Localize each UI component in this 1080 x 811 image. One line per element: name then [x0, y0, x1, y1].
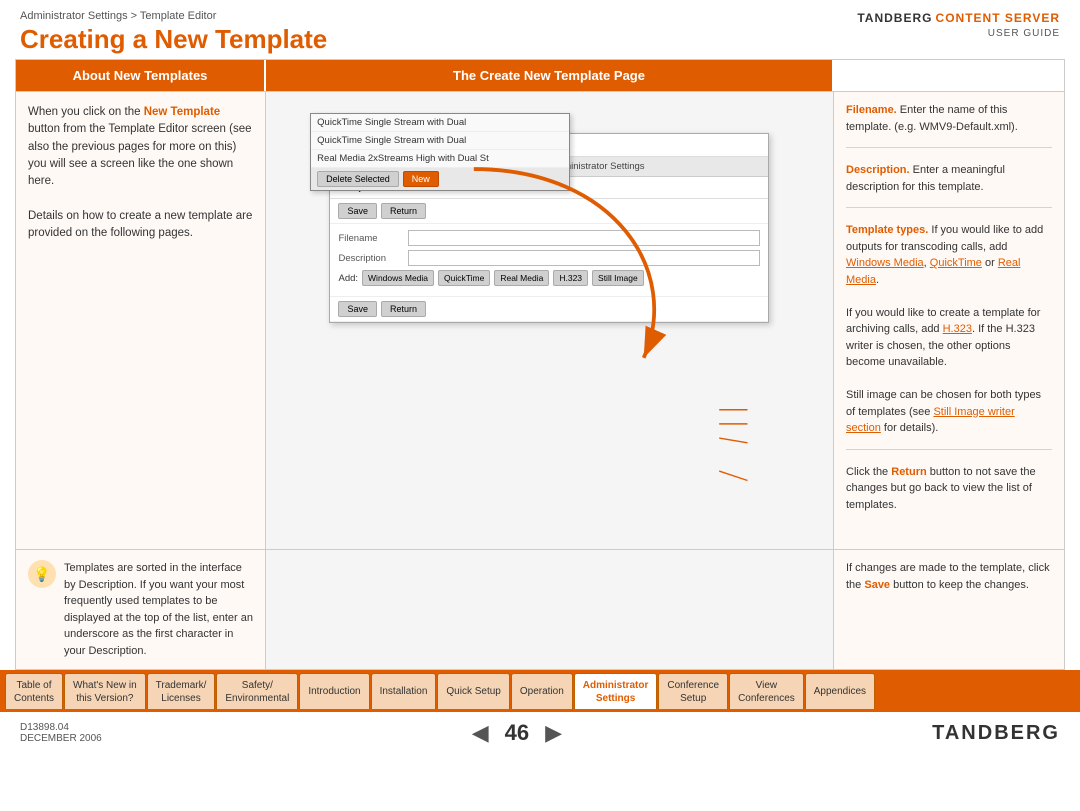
right-section-header [834, 60, 1064, 91]
template-types-label: Template types. [846, 224, 928, 236]
delete-selected-btn[interactable]: Delete Selected [317, 171, 399, 187]
center-section-header: The Create New Template Page [266, 60, 834, 91]
mock-return-btn[interactable]: Return [381, 203, 426, 219]
right-column: Filename. Enter the name of this templat… [834, 92, 1064, 549]
add-label: Add: [338, 273, 358, 284]
add-quicktime[interactable]: QuickTime [438, 270, 490, 286]
left-para1: When you click on the New Template butto… [28, 104, 253, 190]
footer-navigation: ◀ 46 ▶ [472, 720, 562, 746]
header: Administrator Settings > Template Editor… [0, 0, 1080, 59]
tab-installation[interactable]: Installation [371, 673, 437, 709]
add-still-image[interactable]: Still Image [592, 270, 644, 286]
add-h323[interactable]: H.323 [553, 270, 588, 286]
footer-brand: TANDBERG [932, 722, 1060, 745]
right-section-return: Click the Return button to not save the … [846, 464, 1052, 526]
new-btn[interactable]: New [403, 171, 439, 187]
content-body: When you click on the New Template butto… [16, 91, 1064, 549]
tip-center [266, 550, 834, 669]
tab-whats-new[interactable]: What's New inthis Version? [64, 673, 146, 709]
return-highlight: Return [891, 466, 926, 478]
left-section-header: About New Templates [16, 60, 266, 91]
h323-link[interactable]: H.323 [943, 323, 972, 335]
mock-return-bottom-btn[interactable]: Return [381, 301, 426, 317]
tab-safety[interactable]: Safety/Environmental [216, 673, 298, 709]
tab-admin-settings[interactable]: AdministratorSettings [574, 673, 658, 709]
brand-top: TANDBERG CONTENT SERVERUSER GUIDE [857, 10, 1060, 41]
right-section-description: Description. Enter a meaningful descript… [846, 162, 1052, 208]
mock-popup: QuickTime Single Stream with Dual QuickT… [310, 113, 570, 191]
page-number: 46 [505, 720, 529, 746]
still-image-link[interactable]: Still Image writer section [846, 406, 1015, 435]
tip-left: 💡 Templates are sorted in the interface … [16, 550, 266, 669]
description-input[interactable] [408, 250, 760, 266]
prev-page-arrow[interactable]: ◀ [472, 720, 489, 746]
left-para2: Details on how to create a new template … [28, 208, 253, 243]
filename-label-r: Filename. [846, 104, 897, 116]
tab-operation[interactable]: Operation [511, 673, 573, 709]
popup-row-1: QuickTime Single Stream with Dual [311, 114, 569, 132]
filename-field: Filename [338, 230, 760, 246]
tab-table-of-contents[interactable]: Table ofContents [5, 673, 63, 709]
footer-doc-info: D13898.04 DECEMBER 2006 [20, 722, 102, 744]
filename-label: Filename [338, 233, 408, 244]
windows-media-link[interactable]: Windows Media [846, 257, 924, 269]
filename-input[interactable] [408, 230, 760, 246]
return-desc: Click the Return button to not save the … [846, 464, 1052, 514]
description-field: Description [338, 250, 760, 266]
h323-desc: If you would like to create a template f… [846, 305, 1052, 371]
tab-appendices[interactable]: Appendices [805, 673, 875, 709]
still-image-desc: Still image can be chosen for both types… [846, 387, 1052, 437]
next-page-arrow[interactable]: ▶ [545, 720, 562, 746]
description-label: Description [338, 253, 408, 264]
mock-bottom-buttons: Save Return [330, 296, 768, 322]
tab-conference-setup[interactable]: ConferenceSetup [658, 673, 728, 709]
tip-text: Templates are sorted in the interface by… [64, 560, 253, 659]
add-windows-media[interactable]: Windows Media [362, 270, 434, 286]
quicktime-link[interactable]: QuickTime [930, 257, 982, 269]
filename-desc: Filename. Enter the name of this templat… [846, 102, 1052, 135]
tip-icon: 💡 [28, 560, 56, 588]
nav-tabs: Table ofContents What's New inthis Versi… [0, 670, 1080, 712]
description-desc: Description. Enter a meaningful descript… [846, 162, 1052, 195]
left-column: When you click on the New Template butto… [16, 92, 266, 549]
mock-save-bottom-btn[interactable]: Save [338, 301, 377, 317]
popup-buttons: Delete Selected New [311, 168, 569, 190]
save-highlight: Save [864, 579, 890, 591]
popup-row-2: QuickTime Single Stream with Dual [311, 132, 569, 150]
mock-top-buttons: Save Return [330, 199, 768, 224]
footer: D13898.04 DECEMBER 2006 ◀ 46 ▶ TANDBERG [0, 712, 1080, 754]
tip-right: If changes are made to the template, cli… [834, 550, 1064, 669]
tab-introduction[interactable]: Introduction [299, 673, 369, 709]
mock-form: Filename Description Add: Windows Media … [330, 224, 768, 292]
tab-view-conferences[interactable]: ViewConferences [729, 673, 804, 709]
template-types-desc: Template types. If you would like to add… [846, 222, 1052, 288]
add-row: Add: Windows Media QuickTime Real Media … [338, 270, 760, 286]
screenshot-area: QuickTime Single Stream with Dual QuickT… [280, 103, 819, 537]
right-section-types: Template types. If you would like to add… [846, 222, 1052, 450]
add-real-media[interactable]: Real Media [494, 270, 549, 286]
center-column: QuickTime Single Stream with Dual QuickT… [266, 92, 834, 549]
tab-quick-setup[interactable]: Quick Setup [437, 673, 509, 709]
right-section-filename: Filename. Enter the name of this templat… [846, 102, 1052, 148]
doc-date: DECEMBER 2006 [20, 733, 102, 744]
popup-row-3: Real Media 2xStreams High with Dual St [311, 150, 569, 168]
new-template-highlight: New Template [144, 106, 220, 118]
main-content: About New Templates The Create New Templ… [15, 59, 1065, 670]
page-title: Creating a New Template [20, 24, 327, 55]
description-label-r: Description. [846, 164, 910, 176]
section-headers: About New Templates The Create New Templ… [16, 60, 1064, 91]
tip-row: 💡 Templates are sorted in the interface … [16, 549, 1064, 669]
tab-trademark[interactable]: Trademark/Licenses [147, 673, 216, 709]
mock-save-btn[interactable]: Save [338, 203, 377, 219]
breadcrumb: Administrator Settings > Template Editor [20, 10, 327, 22]
doc-number: D13898.04 [20, 722, 102, 733]
